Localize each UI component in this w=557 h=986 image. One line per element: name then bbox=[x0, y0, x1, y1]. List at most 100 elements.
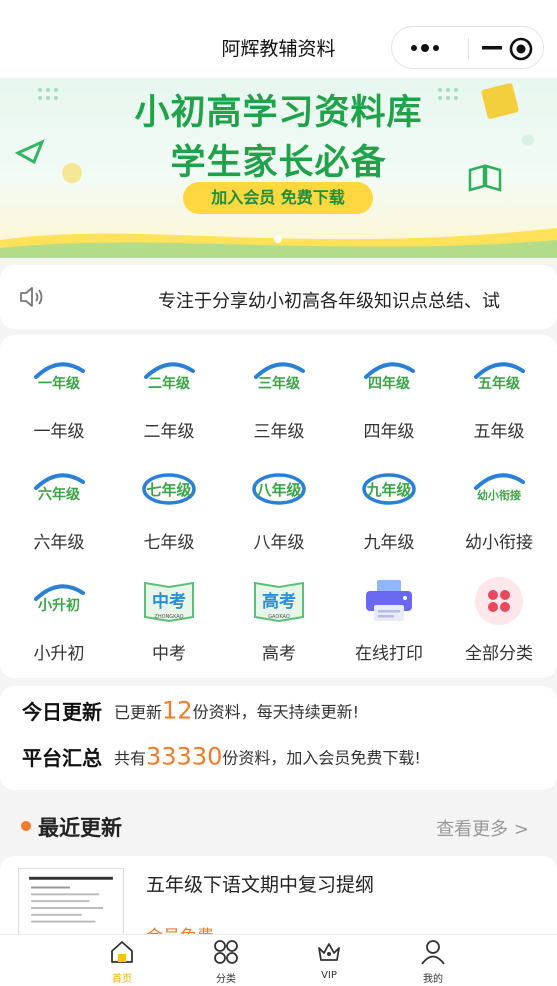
minimize-icon[interactable] bbox=[482, 46, 502, 50]
svg-text:九年级: 九年级 bbox=[365, 481, 412, 499]
home-icon bbox=[111, 941, 133, 963]
section-bullet bbox=[21, 821, 31, 831]
today-update-suffix: 份资料，每天持续更新! bbox=[192, 702, 359, 722]
grade-8-badge-icon: 八年级 bbox=[252, 473, 306, 505]
platform-total-count: 33330 bbox=[146, 742, 223, 771]
today-update-prefix: 已更新 bbox=[114, 702, 163, 722]
notice-bar[interactable]: 专注于分享幼小初高各年级知识点总结、试 bbox=[0, 265, 557, 329]
close-target-icon[interactable] bbox=[509, 37, 533, 61]
view-more-link[interactable]: 查看更多 > bbox=[436, 815, 529, 841]
svg-text:六年级: 六年级 bbox=[38, 486, 81, 503]
category-grade-7[interactable]: 七年级 七年级 bbox=[114, 452, 224, 562]
promo-banner[interactable]: 小初高学习资料库 学生家长必备 加入会员 免费下载 bbox=[0, 78, 557, 258]
gaokao-book-icon: 高考 GAOKAO bbox=[254, 581, 304, 623]
top-navigation-bar: 阿辉教辅资料 bbox=[0, 0, 557, 78]
today-update-row: 今日更新 已更新12份资料，每天持续更新! bbox=[22, 696, 359, 730]
printer-icon bbox=[366, 580, 412, 621]
today-update-label: 今日更新 bbox=[22, 700, 102, 724]
category-label: 二年级 bbox=[143, 422, 195, 442]
category-label: 全部分类 bbox=[465, 644, 533, 664]
category-grade-8[interactable]: 八年级 八年级 bbox=[224, 452, 334, 562]
user-icon bbox=[421, 940, 445, 965]
category-kindergarten-transition[interactable]: 幼小衔接 幼小衔接 bbox=[444, 452, 554, 562]
category-label: 九年级 bbox=[363, 533, 415, 553]
category-all[interactable]: 全部分类 bbox=[444, 563, 554, 673]
grade-6-badge-icon: 六年级 bbox=[34, 473, 85, 503]
grid-icon bbox=[475, 577, 523, 625]
zhongkao-book-icon: 中考 ZHONGKAO bbox=[144, 581, 194, 623]
svg-text:高考: 高考 bbox=[262, 591, 296, 612]
carousel-indicator[interactable] bbox=[274, 235, 282, 243]
category-zhongkao[interactable]: 中考 ZHONGKAO 中考 bbox=[114, 563, 224, 673]
category-label: 三年级 bbox=[253, 422, 305, 442]
svg-text:ZHONGKAO: ZHONGKAO bbox=[154, 614, 183, 620]
svg-text:五年级: 五年级 bbox=[478, 375, 521, 392]
svg-text:GAOKAO: GAOKAO bbox=[268, 614, 290, 620]
category-primary-to-middle[interactable]: 小升初 小升初 bbox=[4, 563, 114, 673]
svg-text:中考: 中考 bbox=[152, 591, 186, 612]
category-online-print[interactable]: 在线打印 bbox=[334, 563, 444, 673]
more-icon[interactable] bbox=[410, 42, 440, 54]
bottom-tab-bar: 首页 分类 VIP 我的 bbox=[0, 934, 557, 986]
page: 阿辉教辅资料 小初高学习资料库 学生家长必备 加入会员 免费下载 专注于分享幼小… bbox=[0, 0, 557, 986]
category-label: 高考 bbox=[262, 644, 296, 664]
category-grid: 一年级 一年级 二年级 二年级 三年级 三年级 四年级 四年级 五年级 五年级 … bbox=[0, 335, 557, 678]
tab-label: 首页 bbox=[112, 974, 132, 985]
svg-text:二年级: 二年级 bbox=[148, 375, 191, 392]
miniprogram-capsule bbox=[391, 26, 544, 69]
recent-item-title: 五年级下语文期中复习提纲 bbox=[146, 874, 375, 896]
category-label: 一年级 bbox=[33, 422, 85, 442]
crown-icon bbox=[318, 943, 340, 961]
svg-text:小升初: 小升初 bbox=[38, 597, 80, 614]
notice-text: 专注于分享幼小初高各年级知识点总结、试 bbox=[158, 291, 500, 312]
tab-vip[interactable]: VIP bbox=[284, 935, 374, 986]
tab-label: 分类 bbox=[216, 974, 236, 985]
grade-4-badge-icon: 四年级 bbox=[364, 362, 415, 392]
tab-profile[interactable]: 我的 bbox=[388, 935, 478, 986]
category-label: 中考 bbox=[152, 644, 186, 664]
category-grade-2[interactable]: 二年级 二年级 bbox=[114, 341, 224, 451]
recent-updates-title: 最近更新 bbox=[38, 816, 122, 840]
tab-label: VIP bbox=[321, 970, 337, 981]
category-grade-5[interactable]: 五年级 五年级 bbox=[444, 341, 554, 451]
tab-label: 我的 bbox=[423, 974, 443, 985]
grade-3-badge-icon: 三年级 bbox=[254, 362, 305, 392]
category-label: 在线打印 bbox=[355, 644, 423, 664]
stats-panel: 今日更新 已更新12份资料，每天持续更新! 平台汇总 共有33330份资料，加入会员… bbox=[0, 686, 557, 790]
category-grade-4[interactable]: 四年级 四年级 bbox=[334, 341, 444, 451]
svg-text:一年级: 一年级 bbox=[38, 375, 81, 392]
banner-headline: 小初高学习资料库 bbox=[134, 93, 423, 133]
speaker-icon bbox=[20, 287, 43, 307]
category-label: 五年级 bbox=[473, 422, 525, 442]
category-label: 八年级 bbox=[253, 533, 305, 553]
transition-badge-icon: 幼小衔接 bbox=[474, 473, 525, 502]
recent-item[interactable]: 五年级下语文期中复习提纲 会员免费 bbox=[0, 856, 557, 936]
recent-updates-header: 最近更新 查看更多 > bbox=[0, 800, 557, 854]
svg-text:三年级: 三年级 bbox=[258, 375, 301, 392]
platform-total-row: 平台汇总 共有33330份资料，加入会员免费下载! bbox=[22, 742, 421, 776]
join-member-button[interactable]: 加入会员 免费下载 bbox=[183, 182, 373, 214]
platform-total-label: 平台汇总 bbox=[22, 746, 102, 770]
grade-2-badge-icon: 二年级 bbox=[144, 362, 195, 392]
grade-9-badge-icon: 九年级 bbox=[362, 473, 416, 505]
category-gaokao[interactable]: 高考 GAOKAO 高考 bbox=[224, 563, 334, 673]
platform-total-suffix: 份资料，加入会员免费下载! bbox=[222, 748, 421, 768]
category-label: 七年级 bbox=[143, 533, 195, 553]
category-icon bbox=[214, 940, 238, 964]
category-grade-3[interactable]: 三年级 三年级 bbox=[224, 341, 334, 451]
svg-text:幼小衔接: 幼小衔接 bbox=[477, 488, 521, 502]
tab-category[interactable]: 分类 bbox=[181, 935, 271, 986]
tab-home[interactable]: 首页 bbox=[77, 935, 167, 986]
svg-text:四年级: 四年级 bbox=[368, 375, 411, 392]
category-grade-6[interactable]: 六年级 六年级 bbox=[4, 452, 114, 562]
document-thumbnail bbox=[18, 868, 124, 936]
category-grade-1[interactable]: 一年级 一年级 bbox=[4, 341, 114, 451]
category-label: 小升初 bbox=[33, 644, 85, 664]
primary-to-middle-badge-icon: 小升初 bbox=[34, 584, 85, 614]
platform-total-prefix: 共有 bbox=[114, 748, 147, 768]
svg-text:七年级: 七年级 bbox=[146, 481, 192, 499]
grade-7-badge-icon: 七年级 bbox=[142, 473, 196, 505]
category-grade-9[interactable]: 九年级 九年级 bbox=[334, 452, 444, 562]
category-label: 四年级 bbox=[363, 422, 415, 442]
grade-1-badge-icon: 一年级 bbox=[34, 362, 85, 392]
